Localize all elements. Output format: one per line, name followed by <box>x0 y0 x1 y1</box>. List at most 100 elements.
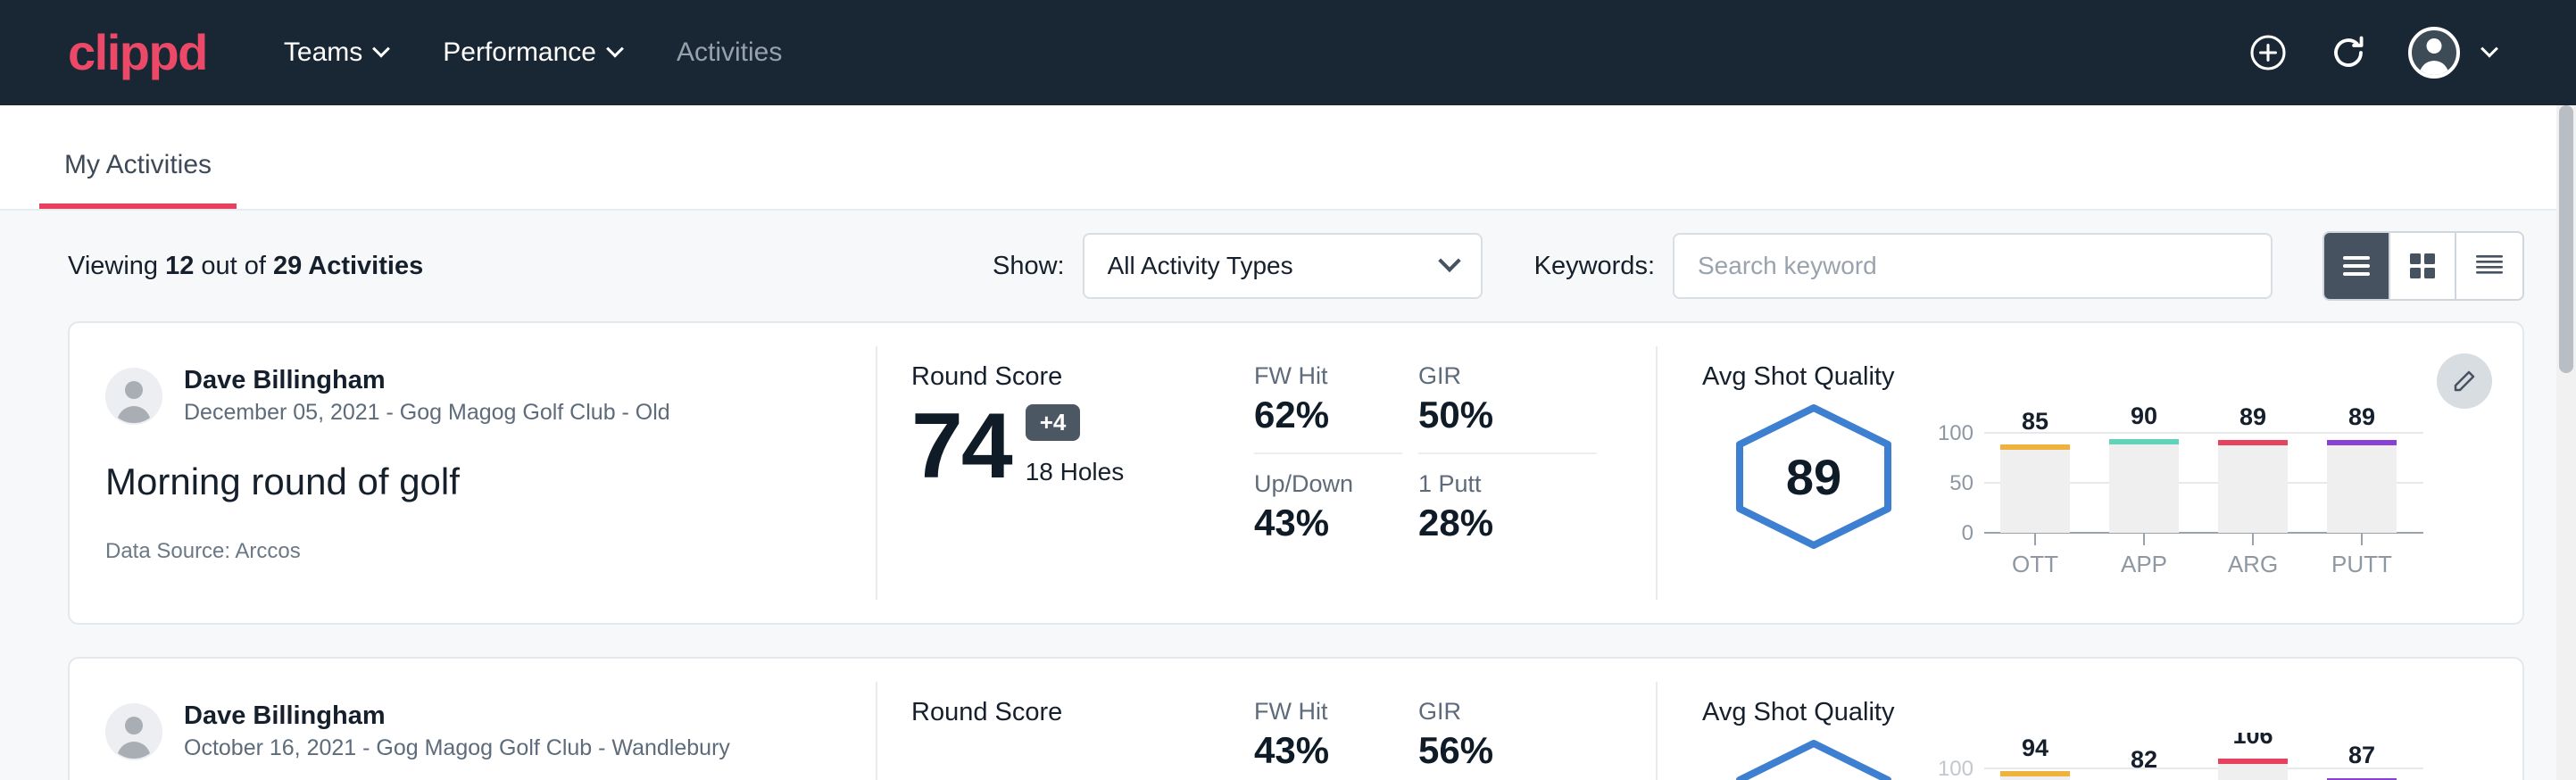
shot-quality-bar-chart: 100 50 0 94 OTT <box>1925 733 2522 780</box>
shot-quality-value: 89 <box>1731 402 1897 551</box>
chevron-down-icon <box>606 40 624 58</box>
svg-text:90: 90 <box>2131 402 2157 429</box>
page-scrollbar[interactable] <box>2556 105 2576 780</box>
page-tab-bar: My Activities <box>0 105 2576 211</box>
svg-text:ARG: ARG <box>2228 551 2278 577</box>
stat-fw-hit-value: 62% <box>1254 394 1402 454</box>
round-score-label: Round Score <box>911 362 1238 392</box>
top-navigation-bar: clippd Teams Performance Activities <box>0 0 2576 105</box>
activity-title: Morning round of golf <box>105 461 877 503</box>
viewing-prefix: Viewing <box>68 252 165 280</box>
avatar <box>105 703 162 760</box>
list-icon <box>2341 254 2372 278</box>
activity-type-select-value: All Activity Types <box>1108 252 1293 280</box>
add-circle-icon[interactable] <box>2248 32 2289 73</box>
viewing-total: 29 Activities <box>273 252 423 280</box>
search-input[interactable]: Search keyword <box>1673 233 2273 299</box>
compact-view-toggle[interactable] <box>2456 233 2522 299</box>
shot-quality-hexagon: 89 <box>1702 397 1925 551</box>
nav-item-activities-label: Activities <box>677 37 782 68</box>
viewing-mid: out of <box>194 252 273 280</box>
account-menu[interactable] <box>2408 27 2496 79</box>
svg-text:94: 94 <box>2022 734 2048 761</box>
stat-one-putt-value: 28% <box>1418 502 1597 560</box>
activity-summary: Dave Billingham October 16, 2021 - Gog M… <box>70 659 877 780</box>
avg-shot-quality-section: Avg Shot Quality 100 50 0 <box>1658 659 2522 780</box>
grid-icon <box>2409 253 2436 279</box>
stat-gir: GIR 50% <box>1418 362 1597 454</box>
stat-gir-label: GIR <box>1418 698 1597 726</box>
refresh-icon[interactable] <box>2328 32 2369 73</box>
stat-fw-hit: FW Hit 43% <box>1254 698 1402 780</box>
nav-item-activities[interactable]: Activities <box>677 37 782 68</box>
svg-text:OTT: OTT <box>2012 551 2058 577</box>
player-name: Dave Billingham <box>184 700 730 732</box>
svg-text:50: 50 <box>1949 471 1974 495</box>
search-input-placeholder: Search keyword <box>1698 252 1877 280</box>
stat-gir-value: 56% <box>1418 729 1597 780</box>
round-score-section: Round Score <box>877 659 1238 780</box>
svg-text:82: 82 <box>2131 746 2157 773</box>
stat-up-down-label: Up/Down <box>1254 470 1402 498</box>
nav-item-teams[interactable]: Teams <box>284 37 387 68</box>
scrollbar-thumb[interactable] <box>2559 105 2573 373</box>
grid-view-toggle[interactable] <box>2390 233 2456 299</box>
stat-gir: GIR 56% <box>1418 698 1597 780</box>
filter-controls: Show: All Activity Types Keywords: Searc… <box>993 231 2524 301</box>
stat-up-down: Up/Down 43% <box>1254 454 1402 560</box>
activity-type-select[interactable]: All Activity Types <box>1083 233 1483 299</box>
stat-gir-value: 50% <box>1418 394 1597 454</box>
round-stats-section: FW Hit 62% GIR 50% Up/Down 43% 1 Putt 28… <box>1238 323 1658 623</box>
avatar <box>2408 27 2460 79</box>
player-name: Dave Billingham <box>184 364 670 396</box>
stat-up-down-value: 43% <box>1254 502 1402 560</box>
tab-my-activities-label: My Activities <box>64 150 212 179</box>
nav-item-teams-label: Teams <box>284 37 362 68</box>
stat-gir-label: GIR <box>1418 362 1597 390</box>
stat-one-putt-label: 1 Putt <box>1418 470 1597 498</box>
activity-list: Dave Billingham December 05, 2021 - Gog … <box>0 321 2576 780</box>
chevron-down-icon <box>1438 250 1460 272</box>
svg-text:85: 85 <box>2022 408 2048 435</box>
bar-chart-svg: 100 50 0 94 OTT <box>1934 733 2434 780</box>
stat-fw-hit-value: 43% <box>1254 729 1402 780</box>
svg-text:87: 87 <box>2348 742 2375 768</box>
activity-card[interactable]: Dave Billingham December 05, 2021 - Gog … <box>68 321 2524 625</box>
shot-quality-value <box>1731 738 1897 780</box>
tab-my-activities[interactable]: My Activities <box>39 150 237 209</box>
stat-fw-hit-label: FW Hit <box>1254 362 1402 390</box>
view-mode-toggle-group <box>2323 231 2524 301</box>
round-score-label: Round Score <box>911 698 1238 727</box>
activity-card[interactable]: Dave Billingham October 16, 2021 - Gog M… <box>68 657 2524 780</box>
stat-fw-hit: FW Hit 62% <box>1254 362 1402 454</box>
score-to-par-badge: +4 <box>1026 404 1081 441</box>
viewing-count-text: Viewing 12 out of 29 Activities <box>68 252 423 281</box>
show-label: Show: <box>993 252 1065 281</box>
svg-text:PUTT: PUTT <box>2331 551 2392 577</box>
keywords-label: Keywords: <box>1534 252 1655 281</box>
svg-text:89: 89 <box>2348 403 2375 430</box>
compact-list-icon <box>2474 253 2505 278</box>
clippd-logo[interactable]: clippd <box>68 28 207 78</box>
activity-author: Dave Billingham October 16, 2021 - Gog M… <box>105 700 877 764</box>
svg-text:106: 106 <box>2232 733 2273 749</box>
nav-item-performance[interactable]: Performance <box>443 37 621 68</box>
holes-played: 18 Holes <box>1026 458 1125 486</box>
round-stats-section: FW Hit 43% GIR 56% <box>1238 659 1658 780</box>
avg-shot-quality-label: Avg Shot Quality <box>1702 698 2522 727</box>
shot-quality-bar-chart: 100 50 0 85 OTT <box>1925 397 2522 585</box>
list-view-toggle[interactable] <box>2324 233 2390 299</box>
chevron-down-icon <box>2480 40 2498 58</box>
svg-text:100: 100 <box>1938 421 1974 445</box>
activity-author: Dave Billingham December 05, 2021 - Gog … <box>105 364 877 428</box>
svg-text:APP: APP <box>2121 551 2167 577</box>
svg-text:89: 89 <box>2239 403 2266 430</box>
activity-meta: October 16, 2021 - Gog Magog Golf Club -… <box>184 734 730 764</box>
avg-shot-quality-label: Avg Shot Quality <box>1702 362 2522 392</box>
edit-activity-button[interactable] <box>2437 353 2492 409</box>
avg-shot-quality-section: Avg Shot Quality 89 100 50 0 <box>1658 323 2522 623</box>
data-source: Data Source: Arccos <box>105 539 877 564</box>
top-nav-actions <box>2248 27 2537 79</box>
avatar <box>105 368 162 425</box>
svg-text:100: 100 <box>1938 757 1974 780</box>
